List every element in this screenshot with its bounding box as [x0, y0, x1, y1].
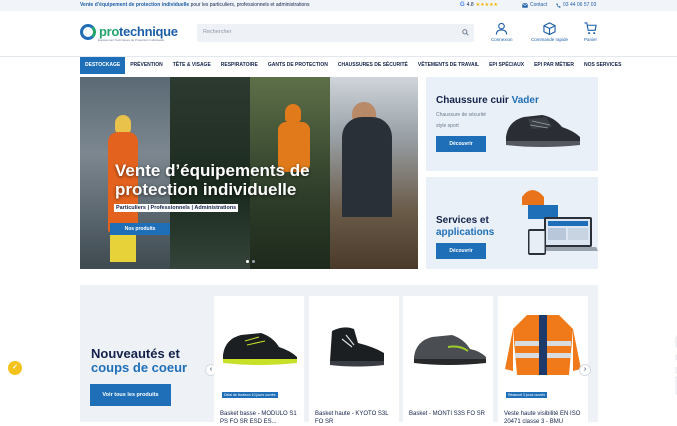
hero-title: Vente d’équipements de protection indivi…: [115, 161, 310, 199]
services-devices-image: [522, 190, 598, 255]
decorative-watermark: ONE: [669, 330, 677, 396]
product-name[interactable]: Veste haute visibilité EN ISO 20471 clas…: [504, 410, 586, 426]
promo-vader-title: Chaussure cuir Vader: [436, 95, 539, 107]
promo-services[interactable]: Services et applications Découvrir: [426, 177, 598, 269]
carousel-next-button[interactable]: ›: [579, 364, 591, 376]
panier-button[interactable]: Panier: [584, 22, 597, 42]
product-badge: Réassort 3 jours ouvrés: [506, 392, 547, 398]
search-bar[interactable]: Rechercher: [197, 24, 474, 42]
promo-vader-title-b: Vader: [511, 95, 539, 106]
rating-widget[interactable]: G 4.8 ★★★★★: [460, 0, 498, 11]
product-image: [414, 335, 486, 365]
mail-icon: [522, 3, 528, 8]
cart-icon: [584, 22, 597, 35]
product-card[interactable]: Basket haute - KYOTO S3L FO SR: [309, 296, 399, 425]
promo-vader-sub1: Chaussure de sécurité: [436, 112, 487, 118]
panier-label: Panier: [584, 37, 598, 42]
rating-value: 4.8: [466, 2, 474, 8]
nav-item-chaussures[interactable]: CHAUSSURES DE SÉCURITÉ: [333, 57, 413, 74]
nav-item-tete-visage[interactable]: TÊTE & VISAGE: [168, 57, 216, 74]
carousel-dot[interactable]: [252, 260, 255, 263]
nav-item-respiratoire[interactable]: RESPIRATOIRE: [216, 57, 263, 74]
nav-item-vetements[interactable]: VÊTEMENTS DE TRAVAIL: [413, 57, 484, 74]
hero-forester-helmet: [285, 104, 301, 122]
nav-item-prevention[interactable]: PRÉVENTION: [125, 57, 168, 74]
product-name[interactable]: Basket basse - MODULO S1 PS FO SR ESD ES…: [220, 410, 302, 426]
logo-subtitle: Équipement Techniques de Protection Indi…: [98, 38, 165, 42]
search-icon[interactable]: [462, 29, 469, 36]
promo-vader-button[interactable]: Découvrir: [436, 136, 486, 152]
new-arrivals-title-line2: coups de coeur: [91, 360, 188, 375]
product-name[interactable]: Basket haute - KYOTO S3L FO SR: [315, 410, 397, 426]
phone-link[interactable]: 03 44 06 57 03: [556, 0, 596, 11]
nav-item-epi-speciaux[interactable]: EPI SPÉCIAUX: [484, 57, 529, 74]
site-logo[interactable]: protechnique Équipement Techniques de Pr…: [80, 24, 178, 42]
hero-title-line2: protection individuelle: [115, 180, 297, 199]
rating-stars: ★★★★★: [475, 2, 499, 8]
logo-mark: [80, 24, 96, 40]
product-name[interactable]: Basket - MONTI S3S FO SR: [409, 410, 491, 418]
phone-icon: [556, 3, 561, 8]
phone-number: 03 44 06 57 03: [563, 2, 597, 8]
logo-pro: pro: [99, 24, 120, 39]
nav-item-gants[interactable]: GANTS DE PROTECTION: [263, 57, 333, 74]
carousel-dots: [246, 260, 255, 263]
hero-audience-chips: Particuliers | Professionnels | Administ…: [114, 204, 239, 212]
new-arrivals-title: Nouveautés et coups de coeur: [91, 347, 187, 375]
carousel-dot[interactable]: [246, 260, 249, 263]
product-image: [223, 333, 297, 365]
shoe-image: [506, 115, 580, 147]
user-icon: [496, 22, 508, 35]
connexion-button[interactable]: Connexion: [491, 22, 513, 42]
see-all-products-button[interactable]: Voir tous les produits: [90, 384, 171, 406]
tagline-bold: Vente d’équipement de protection individ…: [80, 2, 190, 8]
hero-banner[interactable]: Vente d’équipements de protection indivi…: [80, 77, 418, 269]
product-image: [505, 315, 581, 375]
logo-wordmark: protechnique: [99, 24, 178, 39]
nav-item-epi-metier[interactable]: EPI PAR MÉTIER: [529, 57, 579, 74]
product-card[interactable]: Basket - MONTI S3S FO SR: [403, 296, 493, 422]
contact-link[interactable]: Contact: [522, 0, 547, 11]
product-image: [330, 327, 384, 367]
hero-products-button[interactable]: Nos produits: [110, 223, 170, 235]
accessibility-button[interactable]: ✓: [8, 361, 22, 375]
promo-services-title: Services et applications: [436, 215, 494, 239]
nav-item-destockage[interactable]: DESTOCKAGE: [80, 57, 126, 74]
tagline-rest: pour les particuliers, professionnels et…: [189, 2, 310, 8]
new-arrivals-title-line1: Nouveautés et: [91, 346, 180, 361]
promo-vader-sub2: style sport: [436, 123, 459, 129]
product-badge: Délai de livraison 10 jours ouvrés: [222, 392, 278, 398]
box-icon: [543, 22, 556, 35]
hero-chef-body: [342, 117, 392, 217]
product-card[interactable]: Réassort 3 jours ouvrés Veste haute visi…: [498, 296, 588, 425]
nav-item-services[interactable]: NOS SERVICES: [579, 57, 626, 74]
hero-title-line1: Vente d’équipements de: [115, 161, 310, 180]
contact-label: Contact: [530, 2, 548, 8]
main-nav: DESTOCKAGE PRÉVENTION TÊTE & VISAGE RESP…: [80, 57, 621, 74]
hero-worker-legs: [110, 232, 136, 262]
promo-services-title-line1: Services et: [436, 215, 489, 226]
hero-worker-helmet: [115, 115, 131, 133]
top-bar: Vente d’équipement de protection individ…: [0, 0, 677, 11]
promo-services-title-line2: applications: [436, 227, 495, 238]
connexion-label: Connexion: [491, 37, 513, 42]
commande-rapide-button[interactable]: Commande rapide: [531, 22, 568, 42]
logo-technique: technique: [119, 24, 178, 39]
commande-label: Commande rapide: [531, 37, 569, 42]
tagline: Vente d’équipement de protection individ…: [80, 0, 310, 11]
svg-text:ONE: ONE: [669, 330, 677, 395]
promo-services-button[interactable]: Découvrir: [436, 243, 486, 259]
google-icon: G: [460, 2, 465, 8]
search-input[interactable]: Rechercher: [203, 29, 231, 35]
product-card[interactable]: Délai de livraison 10 jours ouvrés Baske…: [214, 296, 304, 425]
promo-vader[interactable]: Chaussure cuir Vader Chaussure de sécuri…: [426, 77, 598, 171]
promo-vader-title-a: Chaussure cuir: [436, 95, 512, 106]
